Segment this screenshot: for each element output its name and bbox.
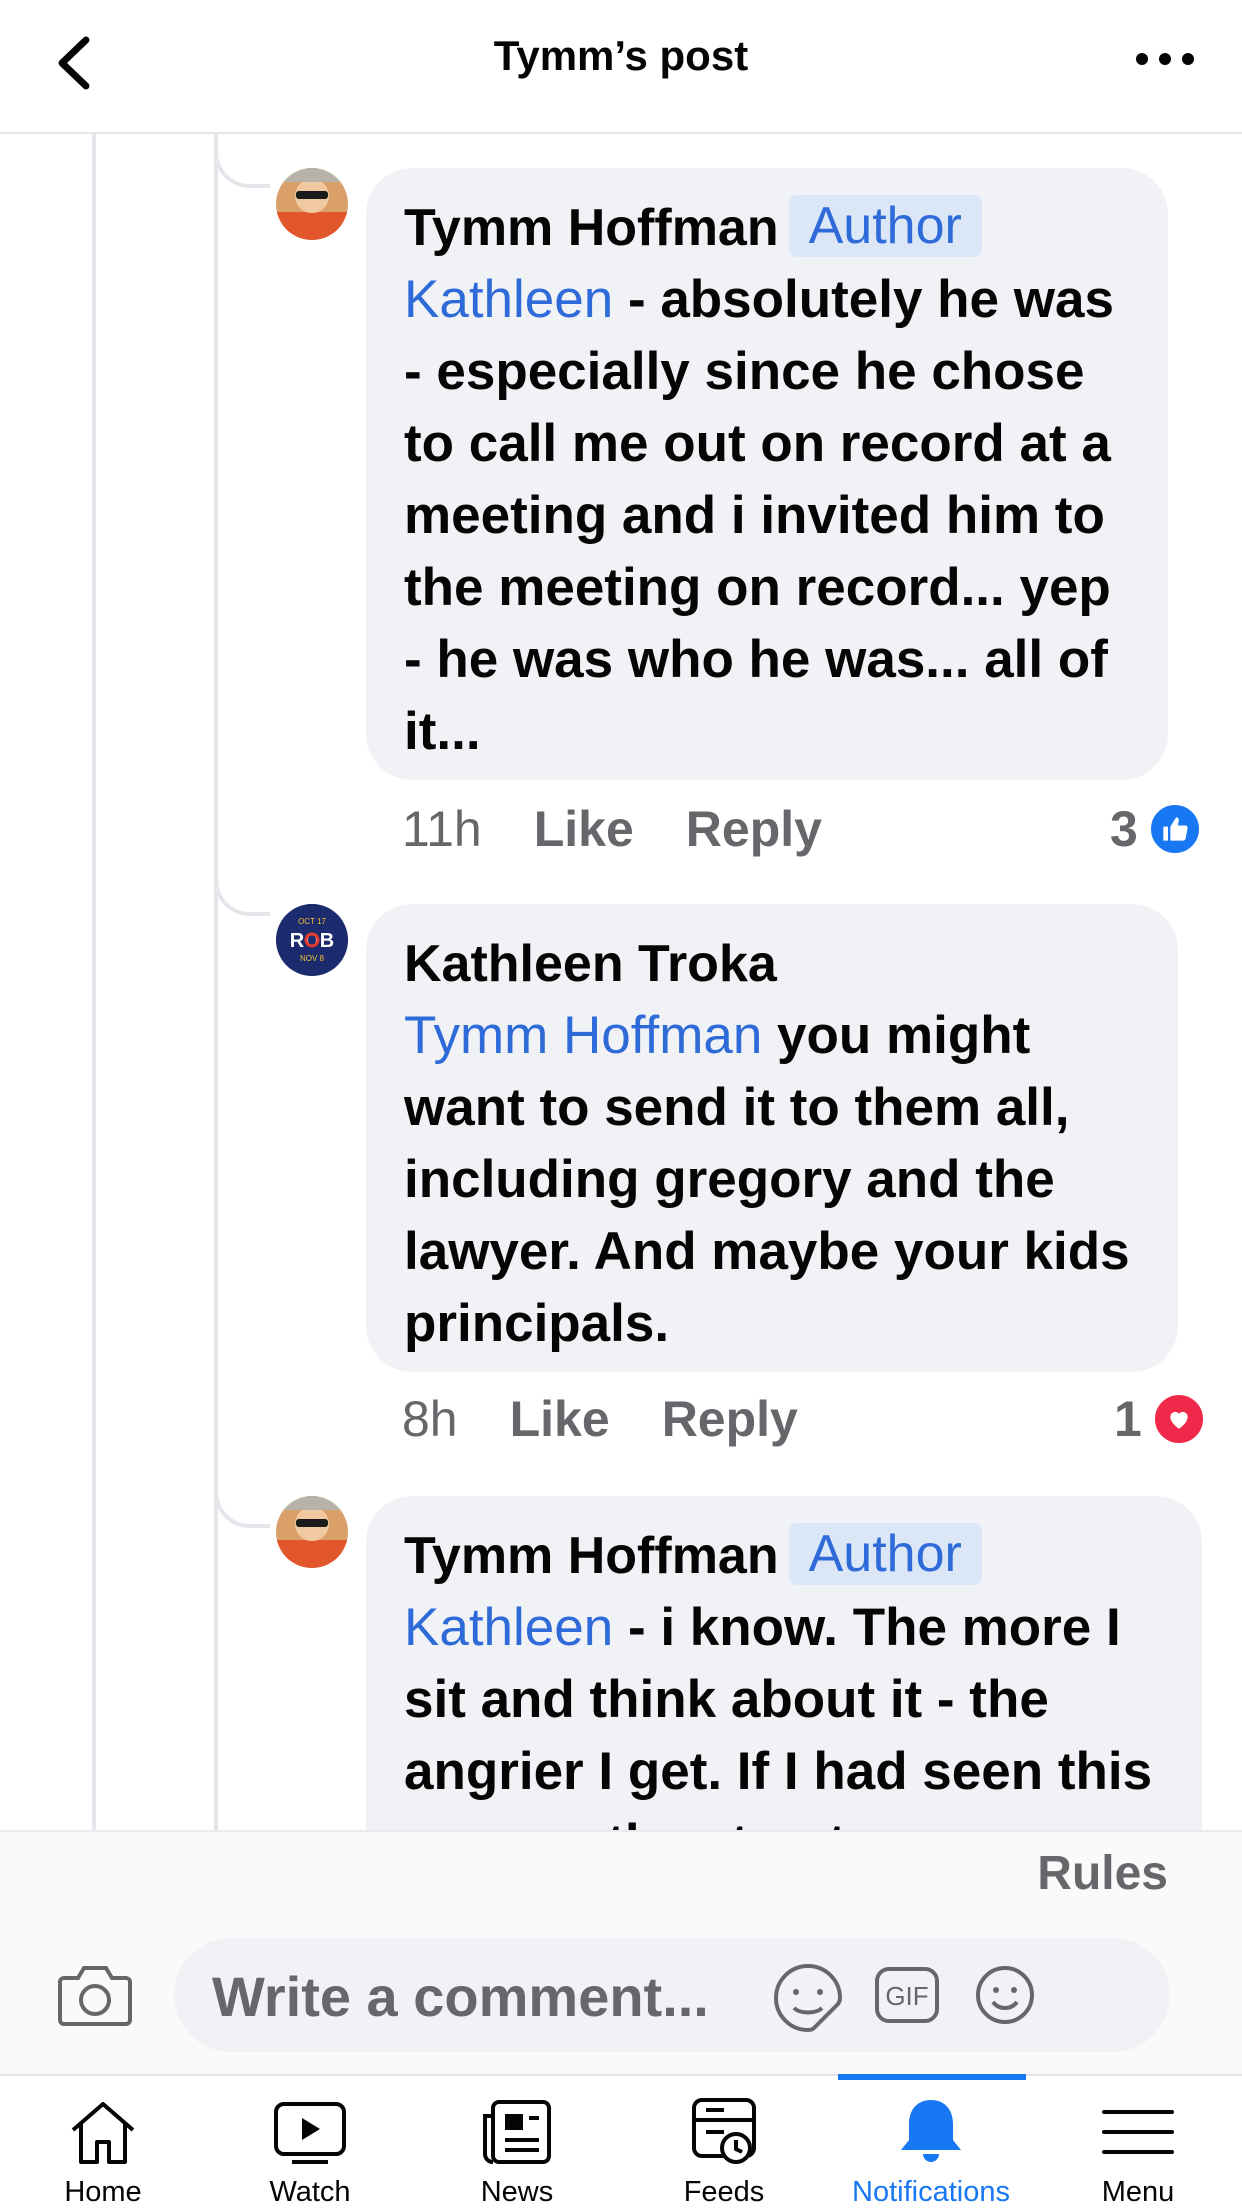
reaction-count: 1 xyxy=(1114,1391,1142,1447)
nav-news[interactable]: News xyxy=(417,2076,617,2210)
nav-label: News xyxy=(480,2176,554,2208)
page-title: Tymm’s post xyxy=(493,32,749,79)
like-button[interactable]: Like xyxy=(510,1390,610,1448)
camera-icon[interactable] xyxy=(56,1960,134,2030)
author-badge: Author xyxy=(788,1523,982,1585)
comment-placeholder: Write a comment... xyxy=(212,1965,709,2028)
thumbs-up-icon xyxy=(1147,802,1202,856)
rules-link[interactable]: Rules xyxy=(1037,1846,1168,1901)
reaction-summary[interactable]: 3 xyxy=(1110,800,1202,858)
avatar-top-text: OCT 17 xyxy=(298,917,326,926)
comment-input[interactable]: Write a comment... GIF xyxy=(174,1938,1170,2052)
bell-icon xyxy=(901,2100,961,2162)
nav-label: Watch xyxy=(269,2176,351,2208)
sticker-icon[interactable] xyxy=(770,1960,846,2041)
comment-author[interactable]: Tymm Hoffman xyxy=(404,199,779,257)
thread-connector xyxy=(214,144,270,188)
like-button[interactable]: Like xyxy=(534,800,634,858)
news-icon xyxy=(483,2100,551,2164)
feeds-icon xyxy=(692,2098,756,2164)
avatar[interactable] xyxy=(276,1496,348,1568)
comment-composer: Write a comment... GIF xyxy=(0,1910,1242,2074)
comment-author[interactable]: Tymm Hoffman xyxy=(404,1527,779,1585)
comment-thread: Tymm Hoffman Author Kathleen - absolutely… xyxy=(0,134,1242,1830)
author-badge: Author xyxy=(788,195,982,257)
thread-connector xyxy=(214,852,270,916)
nav-label: Home xyxy=(64,2176,142,2208)
thread-line-outer xyxy=(92,134,96,1830)
comment-text: Tymm Hoffman you might want to send it t… xyxy=(404,1000,1138,1360)
comment-time: 11h xyxy=(402,801,482,857)
thread-line-inner xyxy=(214,134,218,1830)
more-horizontal-icon[interactable] xyxy=(1130,34,1200,84)
gif-icon[interactable]: GIF xyxy=(874,1966,940,2029)
comment-author[interactable]: Kathleen Troka xyxy=(404,928,1138,1000)
menu-icon xyxy=(1102,2110,1174,2154)
nav-label: Notifications xyxy=(852,2176,1010,2208)
thread-connector xyxy=(214,1444,270,1528)
avatar[interactable]: OCT 17 ROB NOV 8 xyxy=(276,904,348,976)
comment-bubble[interactable]: Tymm Hoffman Author Kathleen - absolutely… xyxy=(366,168,1168,780)
comment-author-line: Tymm Hoffman Author xyxy=(404,192,1128,264)
reaction-summary[interactable]: 1 xyxy=(1114,1390,1206,1448)
mention-link[interactable]: Kathleen xyxy=(404,1598,613,1657)
comment-text: Kathleen - i know. The more I sit and th… xyxy=(404,1592,1162,1830)
comment-text: Kathleen - absolutely he was - especiall… xyxy=(404,264,1128,768)
nav-menu[interactable]: Menu xyxy=(1038,2076,1238,2210)
avatar-bottom-text: NOV 8 xyxy=(300,954,325,963)
comment-actions: 11h Like Reply xyxy=(402,800,822,858)
mention-link[interactable]: Kathleen xyxy=(404,270,613,329)
nav-notifications[interactable]: Notifications xyxy=(831,2076,1031,2210)
comment-time: 8h xyxy=(402,1391,458,1447)
avatar[interactable] xyxy=(276,168,348,240)
comment-author-line: Tymm Hoffman Author xyxy=(404,1520,1162,1592)
comment-body: - absolutely he was - especially since h… xyxy=(404,270,1114,761)
nav-watch[interactable]: Watch xyxy=(210,2076,410,2210)
top-bar: Tymm’s post xyxy=(0,0,1242,134)
nav-label: Feeds xyxy=(683,2176,765,2208)
bottom-navigation: Home Watch News Feeds Notifications Menu xyxy=(0,2074,1242,2210)
emoji-icon[interactable] xyxy=(974,1964,1036,2031)
comment-actions: 8h Like Reply xyxy=(402,1390,798,1448)
nav-label: Menu xyxy=(1101,2176,1175,2208)
mention-link[interactable]: Tymm Hoffman xyxy=(404,1006,762,1065)
reaction-count: 3 xyxy=(1110,801,1138,857)
reply-button[interactable]: Reply xyxy=(686,800,822,858)
rules-bar: Rules xyxy=(0,1830,1242,1912)
nav-home[interactable]: Home xyxy=(3,2076,203,2210)
comment-bubble[interactable]: Kathleen Troka Tymm Hoffman you might wa… xyxy=(366,904,1178,1372)
reply-button[interactable]: Reply xyxy=(662,1390,798,1448)
heart-icon xyxy=(1151,1392,1206,1446)
home-icon xyxy=(71,2102,135,2164)
comment-bubble[interactable]: Tymm Hoffman Author Kathleen - i know. Th… xyxy=(366,1496,1202,1830)
nav-feeds[interactable]: Feeds xyxy=(624,2076,824,2210)
watch-icon xyxy=(274,2102,346,2164)
gif-label: GIF xyxy=(885,1981,928,2011)
